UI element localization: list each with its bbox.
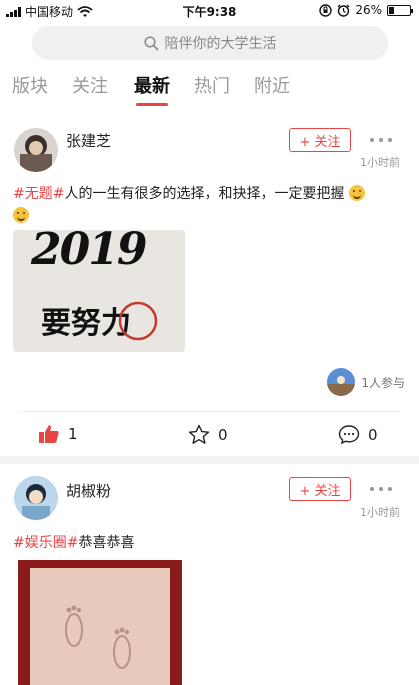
post-image[interactable] [18,560,182,685]
battery-fill [389,6,394,14]
avatar[interactable] [14,476,58,520]
search-placeholder: 陪伴你的大学生活 [164,36,277,52]
battery-icon [387,4,413,16]
footprint-icon [113,627,131,669]
star-icon [188,424,210,444]
post-time: 1小时前 [360,506,400,519]
grin-emoji-icon [348,185,365,201]
more-options-icon[interactable] [370,486,392,492]
footprint-icon [65,605,83,647]
tab-remen[interactable]: 热门 [194,72,230,98]
search-bar[interactable]: 陪伴你的大学生活 [32,26,388,60]
tab-zuixin[interactable]: 最新 [134,72,170,98]
status-right: 26% [319,3,413,17]
follow-button[interactable]: + 关注 [289,477,351,501]
seal-stamp-icon [118,301,158,341]
post-content: #娱乐圈#恭喜恭喜 [13,532,413,554]
participants[interactable]: 1人参与 [327,368,405,396]
status-bar: 中国移动 下午9:38 26% [0,0,419,22]
alarm-icon [337,4,350,17]
comment-button[interactable]: 0 [338,424,378,445]
like-button[interactable]: 1 [38,424,78,444]
tab-guanzhu[interactable]: 关注 [72,72,108,98]
post-content: #无题#人的一生有很多的选择，和抉择，一定要把握 [13,183,413,227]
like-count: 1 [68,425,78,443]
battery-text: 26% [355,3,382,17]
orientation-lock-icon [319,3,333,17]
image-text-year: 2019 [31,230,147,275]
tab-bar: 版块 关注 最新 热门 附近 [0,70,419,110]
post-separator [0,456,419,464]
divider [18,411,401,412]
tab-bankuai[interactable]: 版块 [12,72,48,98]
tab-fujin[interactable]: 附近 [254,72,290,98]
post-image[interactable]: 2019 要努力 [13,230,185,352]
comment-count: 0 [368,425,378,444]
username[interactable]: 胡椒粉 [66,480,111,501]
post-tag[interactable]: #娱乐圈# [13,535,78,551]
post-text: 恭喜恭喜 [78,535,135,551]
participant-avatar [327,368,356,396]
username[interactable]: 张建芝 [66,130,111,151]
image-slab [30,568,170,685]
follow-button[interactable]: + 关注 [289,128,351,152]
more-options-icon[interactable] [370,137,392,143]
grin-emoji-icon [13,207,29,223]
participants-count: 1人参与 [361,375,405,390]
favorite-count: 0 [218,425,228,444]
post-time: 1小时前 [360,156,400,169]
post-tag[interactable]: #无题# [13,186,64,202]
post-text: 人的一生有很多的选择，和抉择，一定要把握 [64,186,345,202]
search-icon [143,35,158,50]
avatar[interactable] [14,128,58,172]
favorite-button[interactable]: 0 [188,424,228,445]
active-tab-indicator [136,103,168,106]
thumbs-up-icon [39,425,59,443]
comment-icon [338,425,360,445]
